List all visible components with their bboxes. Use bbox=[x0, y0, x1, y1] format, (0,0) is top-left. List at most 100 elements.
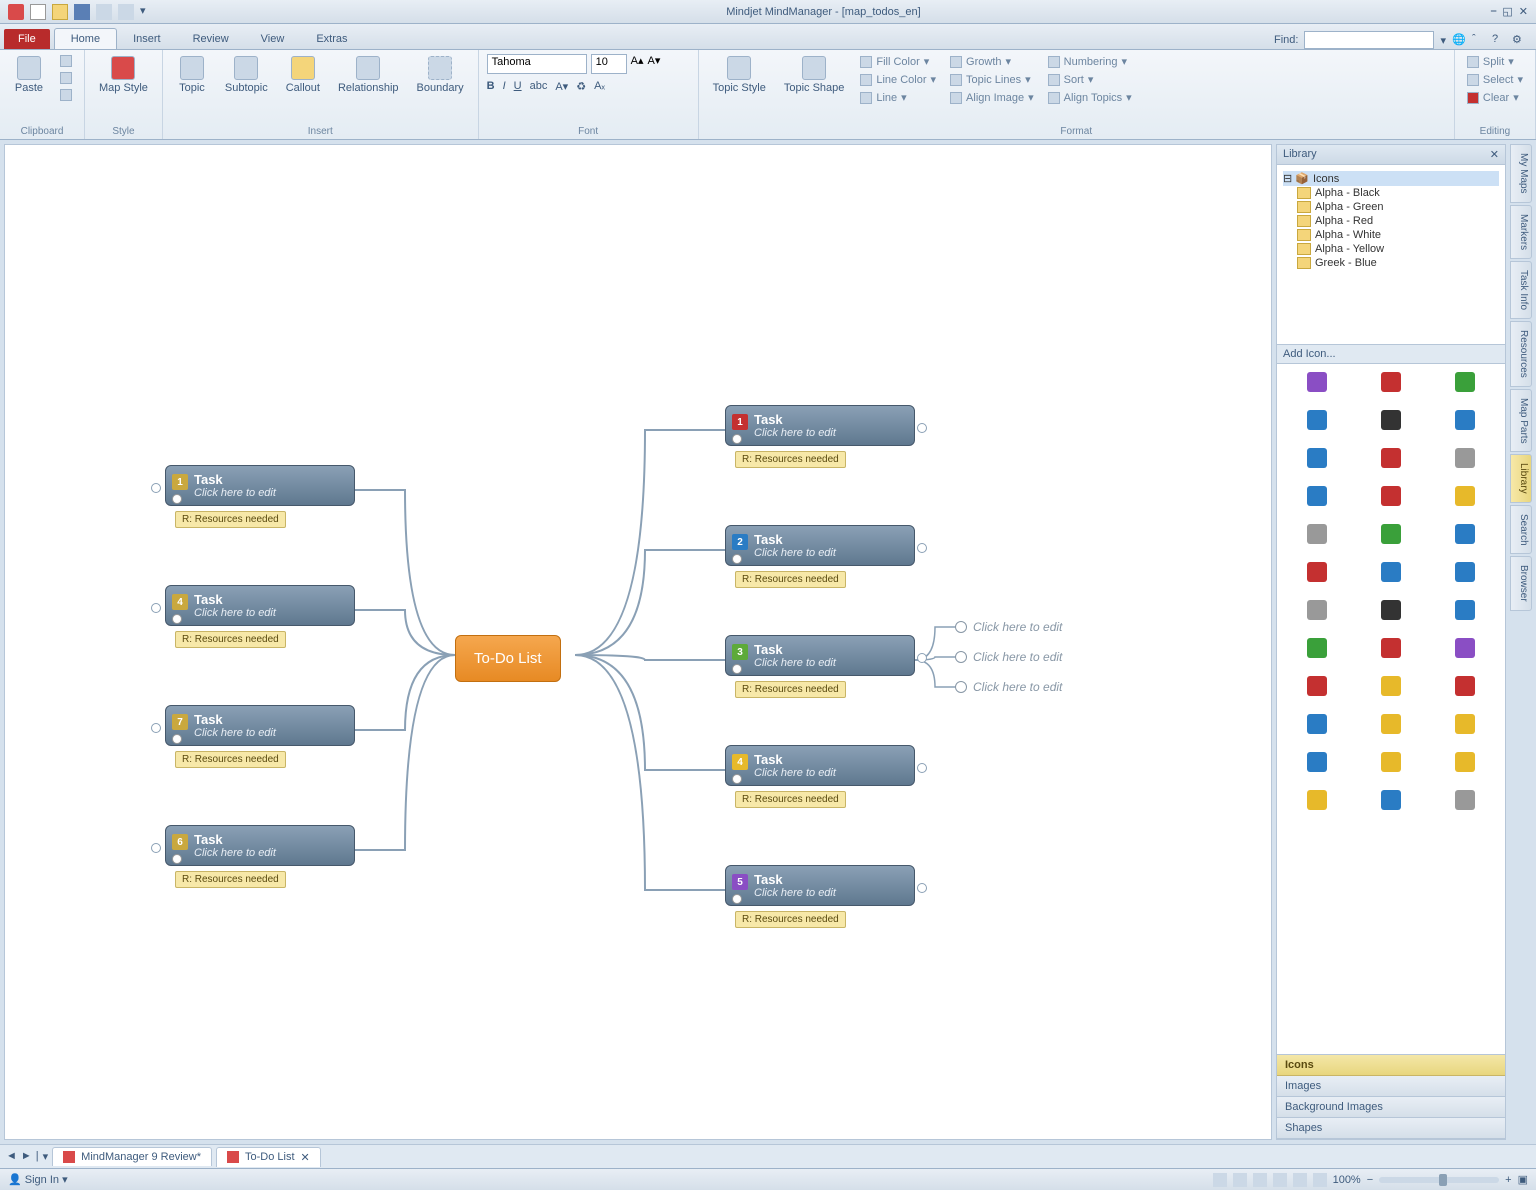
task-node[interactable]: 3TaskClick here to edit bbox=[725, 635, 915, 676]
library-icon[interactable] bbox=[1455, 372, 1475, 392]
accordion-images[interactable]: Images bbox=[1277, 1076, 1505, 1097]
expand-handle[interactable] bbox=[917, 423, 927, 433]
status-icon[interactable] bbox=[1313, 1173, 1327, 1187]
task-node[interactable]: 4TaskClick here to edit bbox=[725, 745, 915, 786]
subtopic-placeholder[interactable]: Click here to edit bbox=[955, 620, 1062, 634]
map-style-button[interactable]: Map Style bbox=[93, 54, 154, 96]
library-icon[interactable] bbox=[1455, 638, 1475, 658]
cut-button[interactable] bbox=[56, 54, 76, 68]
redo-icon[interactable] bbox=[118, 4, 134, 20]
sort-button[interactable]: Sort ▾ bbox=[1044, 72, 1136, 87]
status-icon[interactable] bbox=[1273, 1173, 1287, 1187]
open-icon[interactable] bbox=[52, 4, 68, 20]
underline-button[interactable]: U bbox=[514, 80, 522, 93]
font-color-button[interactable]: A▾ bbox=[555, 80, 568, 93]
vtab-map-parts[interactable]: Map Parts bbox=[1510, 389, 1532, 453]
new-icon[interactable] bbox=[30, 4, 46, 20]
nav-back-icon[interactable]: ◄ bbox=[6, 1150, 17, 1163]
minimize-icon[interactable]: ⎯ bbox=[1491, 5, 1497, 18]
expand-handle[interactable] bbox=[917, 653, 927, 663]
tree-folder[interactable]: Alpha - Black bbox=[1283, 186, 1499, 200]
library-icon[interactable] bbox=[1307, 676, 1327, 696]
library-icon[interactable] bbox=[1381, 410, 1401, 430]
highlight-button[interactable]: ♻ bbox=[576, 80, 586, 93]
expand-handle[interactable] bbox=[917, 763, 927, 773]
clear-button[interactable]: Clear ▾ bbox=[1463, 90, 1527, 105]
zoom-slider[interactable] bbox=[1379, 1177, 1499, 1183]
expand-handle[interactable] bbox=[151, 483, 161, 493]
library-icon[interactable] bbox=[1455, 752, 1475, 772]
library-icon[interactable] bbox=[1381, 714, 1401, 734]
subtopic-button[interactable]: Subtopic bbox=[219, 54, 274, 96]
help2-icon[interactable]: ? bbox=[1492, 33, 1506, 47]
library-icon[interactable] bbox=[1381, 372, 1401, 392]
library-icon[interactable] bbox=[1455, 410, 1475, 430]
library-icon[interactable] bbox=[1307, 448, 1327, 468]
central-topic[interactable]: To-Do List bbox=[455, 635, 561, 682]
library-icon[interactable] bbox=[1381, 752, 1401, 772]
library-icon[interactable] bbox=[1307, 562, 1327, 582]
library-icon[interactable] bbox=[1455, 790, 1475, 810]
tree-folder[interactable]: Alpha - Yellow bbox=[1283, 242, 1499, 256]
library-icon[interactable] bbox=[1455, 486, 1475, 506]
doc-tab-1[interactable]: MindManager 9 Review* bbox=[52, 1147, 212, 1166]
fill-color-button[interactable]: Fill Color ▾ bbox=[856, 54, 940, 69]
tree-root[interactable]: ⊟ 📦 Icons bbox=[1283, 171, 1499, 186]
vtab-library[interactable]: Library bbox=[1510, 454, 1532, 503]
zoom-out-icon[interactable]: − bbox=[1367, 1174, 1373, 1186]
find-dropdown-icon[interactable]: ▾ bbox=[1440, 34, 1446, 47]
library-icon[interactable] bbox=[1307, 486, 1327, 506]
status-icon[interactable] bbox=[1233, 1173, 1247, 1187]
close-icon[interactable]: ✕ bbox=[1519, 5, 1528, 18]
library-icon[interactable] bbox=[1381, 676, 1401, 696]
subtopic-placeholder[interactable]: Click here to edit bbox=[955, 650, 1062, 664]
accordion-shapes[interactable]: Shapes bbox=[1277, 1118, 1505, 1139]
library-icon[interactable] bbox=[1455, 676, 1475, 696]
copy-button[interactable] bbox=[56, 71, 76, 85]
zoom-in-icon[interactable]: + bbox=[1505, 1174, 1511, 1186]
tab-view[interactable]: View bbox=[245, 29, 301, 49]
expand-handle[interactable] bbox=[151, 603, 161, 613]
vtab-resources[interactable]: Resources bbox=[1510, 321, 1532, 387]
help-icon[interactable]: 🌐 bbox=[1452, 33, 1466, 47]
restore-icon[interactable]: ◱ bbox=[1502, 5, 1512, 18]
vtab-search[interactable]: Search bbox=[1510, 505, 1532, 555]
tab-file[interactable]: File bbox=[4, 29, 50, 49]
fit-icon[interactable]: ▣ bbox=[1518, 1173, 1528, 1186]
opts-icon[interactable]: ⚙ bbox=[1512, 33, 1526, 47]
shrink-font-icon[interactable]: A▾ bbox=[647, 54, 660, 74]
library-icon[interactable] bbox=[1381, 486, 1401, 506]
library-icon[interactable] bbox=[1381, 600, 1401, 620]
strike-button[interactable]: abc bbox=[530, 80, 548, 93]
clear-format-button[interactable]: Aₓ bbox=[594, 80, 605, 93]
task-node[interactable]: 1TaskClick here to edit bbox=[725, 405, 915, 446]
library-icon[interactable] bbox=[1307, 372, 1327, 392]
growth-button[interactable]: Growth ▾ bbox=[946, 54, 1038, 69]
topic-button[interactable]: Topic bbox=[171, 54, 213, 96]
accordion-background-images[interactable]: Background Images bbox=[1277, 1097, 1505, 1118]
tab-extras[interactable]: Extras bbox=[300, 29, 363, 49]
panel-close-icon[interactable]: ✕ bbox=[1490, 148, 1499, 161]
library-icon[interactable] bbox=[1455, 562, 1475, 582]
library-icon[interactable] bbox=[1307, 638, 1327, 658]
vtab-browser[interactable]: Browser bbox=[1510, 556, 1532, 611]
find-input[interactable] bbox=[1304, 31, 1434, 49]
library-icon[interactable] bbox=[1307, 790, 1327, 810]
tab-home[interactable]: Home bbox=[54, 28, 117, 49]
grow-font-icon[interactable]: A▴ bbox=[631, 54, 644, 74]
subtopic-placeholder[interactable]: Click here to edit bbox=[955, 680, 1062, 694]
tab-review[interactable]: Review bbox=[177, 29, 245, 49]
min-ribbon-icon[interactable]: ˆ bbox=[1472, 33, 1486, 47]
relationship-button[interactable]: Relationship bbox=[332, 54, 405, 96]
paste-button[interactable]: Paste bbox=[8, 54, 50, 96]
library-icon[interactable] bbox=[1307, 714, 1327, 734]
task-node[interactable]: 7TaskClick here to edit bbox=[165, 705, 355, 746]
save-icon[interactable] bbox=[74, 4, 90, 20]
task-node[interactable]: 5TaskClick here to edit bbox=[725, 865, 915, 906]
library-icon[interactable] bbox=[1381, 448, 1401, 468]
qat-more-icon[interactable]: ▾ bbox=[140, 4, 156, 20]
vtab-my-maps[interactable]: My Maps bbox=[1510, 144, 1532, 203]
select-button[interactable]: Select ▾ bbox=[1463, 72, 1527, 87]
accordion-icons[interactable]: Icons bbox=[1277, 1055, 1505, 1076]
status-icon[interactable] bbox=[1293, 1173, 1307, 1187]
